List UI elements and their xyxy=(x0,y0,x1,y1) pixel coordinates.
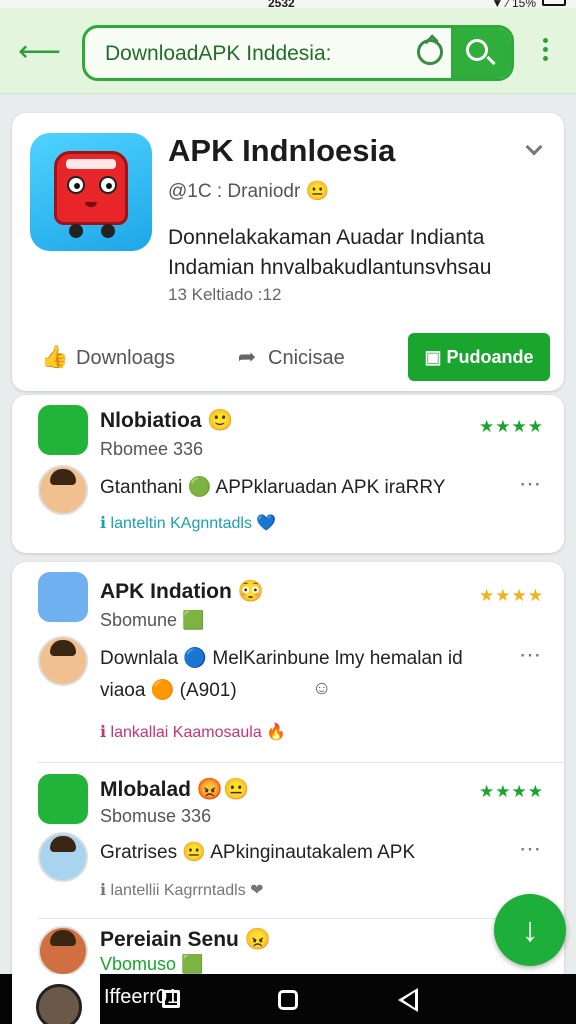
install-button[interactable]: ▣ Pudoande xyxy=(408,333,550,381)
avatar[interactable] xyxy=(38,832,88,882)
avatar xyxy=(36,984,82,1024)
like-download-button[interactable]: 👍 Downloags xyxy=(40,333,175,381)
list-item[interactable]: Nlobiatioa 🙂 Rbomee 336 ★★★★ xyxy=(12,403,564,463)
share-icon: ➦ xyxy=(237,344,257,369)
list-item[interactable]: Mlobalad 😡😐 Sbomuse 336 ★★★★ xyxy=(12,772,564,832)
download-fab-button[interactable]: ↓ xyxy=(494,894,566,966)
helpful-link[interactable]: ℹ lanteltin KAgnntadls 💙 xyxy=(100,513,276,533)
review-text-cont: viaoa 🟠 (A901) xyxy=(100,680,237,701)
avatar[interactable] xyxy=(38,636,88,686)
app-thumb-icon xyxy=(38,572,88,622)
app-thumb-icon xyxy=(38,774,88,824)
more-options-icon[interactable] xyxy=(540,38,550,66)
back-arrow-icon[interactable]: ⟵ xyxy=(18,34,61,70)
list-item[interactable]: Pereiain Senu 😠 Vbomuso 🟩 ★ xyxy=(12,922,564,982)
developer-name[interactable]: @1C : Draniodr 😐 xyxy=(168,179,329,203)
thumbs-up-icon: 👍 xyxy=(41,344,69,369)
search-box[interactable]: DownloadAPK Inddesia: xyxy=(82,25,514,81)
back-icon[interactable] xyxy=(398,988,418,1012)
avatar xyxy=(38,926,88,976)
mic-icon[interactable] xyxy=(417,39,443,65)
divider xyxy=(38,762,564,763)
bus-mascot-icon xyxy=(54,151,128,238)
rating-stars: ★★★★ xyxy=(479,417,544,436)
search-icon xyxy=(466,39,488,61)
more-options-icon[interactable]: ⋯ xyxy=(519,471,542,497)
app-icon xyxy=(30,133,152,251)
share-button[interactable]: ➦ Cnicisae xyxy=(232,333,345,381)
more-options-icon[interactable]: ⋯ xyxy=(519,642,542,668)
app-description: Donnelakakaman Auadar Indianta Indamian … xyxy=(168,226,492,279)
review-text: Gratrises 😐 APkinginautakalem APK xyxy=(100,842,416,863)
app-meta: 13 Keltiado :12 xyxy=(168,285,282,304)
chevron-down-icon[interactable] xyxy=(525,138,543,156)
rating-stars: ★★★★ xyxy=(479,586,544,605)
more-options-icon[interactable]: ⋯ xyxy=(519,836,542,862)
reaction-icon: ☺ xyxy=(312,678,332,699)
list-item[interactable]: APK Indation 😳 Sbomune 🟩 ★★★★ xyxy=(12,570,564,630)
review-text: Gtanthani 🟢 APPklaruadan APK iraRRY xyxy=(100,477,446,498)
app-title: APK Indnloesia xyxy=(168,133,396,168)
action-row: 👍 Downloags ➦ Cnicisae ▣ Pudoande xyxy=(12,333,564,385)
helpful-link[interactable]: ℹ lankallai Kaamosaula 🔥 xyxy=(100,722,286,742)
divider xyxy=(38,918,564,919)
battery-icon xyxy=(542,0,566,6)
review-text: Downlala 🔵 MelKarinbune lmy hemalan id xyxy=(100,648,463,669)
search-input[interactable]: DownloadAPK Inddesia: xyxy=(105,42,331,66)
recents-icon[interactable] xyxy=(162,990,180,1008)
top-app-bar: ⟵ DownloadAPK Inddesia: xyxy=(0,8,576,94)
recent-app-thumbnail[interactable] xyxy=(12,974,100,1024)
home-icon[interactable] xyxy=(278,990,298,1010)
avatar[interactable] xyxy=(38,465,88,515)
app-thumb-icon xyxy=(38,405,88,455)
helpful-link[interactable]: ℹ lantellii Kagrrntadls ❤ xyxy=(100,880,264,900)
review-card: Nlobiatioa 🙂 Rbomee 336 ★★★★ Gtanthani 🟢… xyxy=(12,395,564,553)
search-button[interactable] xyxy=(451,28,511,78)
rating-stars: ★★★★ xyxy=(479,782,544,801)
app-detail-card: APK Indnloesia @1C : Draniodr 😐 Donnelak… xyxy=(12,113,564,391)
system-nav-bar: Iffeerr01 xyxy=(0,974,576,1024)
review-card: APK Indation 😳 Sbomune 🟩 ★★★★ Downlala 🔵… xyxy=(12,562,564,992)
